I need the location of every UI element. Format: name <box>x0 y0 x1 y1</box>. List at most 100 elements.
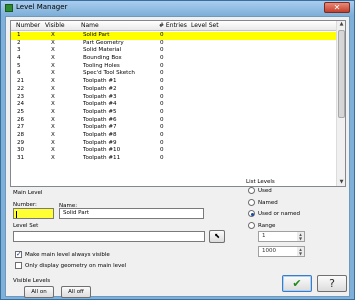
table-row[interactable]: 4 X Bounding Box 0 <box>11 55 337 63</box>
make-visible-label: Make main level always visible <box>25 251 110 258</box>
row-number: 29 <box>17 139 25 146</box>
radio-range-label: Range <box>258 222 276 229</box>
row-visible: X <box>51 70 55 77</box>
column-header-level-set[interactable]: Level Set <box>191 22 219 29</box>
vertical-scrollbar[interactable]: ▲ ▼ <box>336 21 345 186</box>
table-body: 1 X Solid Part 0 2 X Part Geometry 0 3 X Solid Mat… <box>11 32 337 163</box>
column-header-number[interactable]: Number <box>16 22 40 29</box>
all-on-button[interactable]: All on <box>24 286 54 298</box>
table-row[interactable]: 31 X Toolpath #11 0 <box>11 155 337 163</box>
radio-dot[interactable] <box>248 222 255 229</box>
table-row[interactable]: 26 X Toolpath #6 0 <box>11 117 337 125</box>
scroll-thumb[interactable] <box>338 30 345 118</box>
name-input[interactable]: Solid Part <box>59 208 204 219</box>
row-name: Toolpath #8 <box>83 131 117 138</box>
table-row[interactable]: 6 X Spec'd Tool Sketch 0 <box>11 70 337 78</box>
row-entries: 0 <box>160 124 164 131</box>
table-header: Number Visible Name # Entries Level Set <box>11 21 337 31</box>
column-header-entries[interactable]: # Entries <box>159 22 187 29</box>
radio-used-label: Used <box>258 187 272 194</box>
row-visible: X <box>51 62 55 69</box>
table-row[interactable]: 22 X Toolpath #2 0 <box>11 86 337 94</box>
row-entries: 0 <box>160 47 164 54</box>
radio-used-or-named[interactable]: Used or named <box>248 210 300 217</box>
table-row[interactable]: 28 X Toolpath #8 0 <box>11 132 337 140</box>
radio-dot[interactable] <box>248 210 255 217</box>
only-display-label: Only display geometry on main level <box>25 262 127 269</box>
row-number: 27 <box>17 124 25 131</box>
help-button[interactable]: ? <box>317 275 347 292</box>
radio-range[interactable]: Range <box>248 222 275 229</box>
radio-named[interactable]: Named <box>248 199 278 206</box>
app-icon <box>5 4 13 12</box>
table-row[interactable]: 29 X Toolpath #9 0 <box>11 140 337 148</box>
radio-named-label: Named <box>258 199 278 206</box>
radio-dot[interactable] <box>248 187 255 194</box>
select-level-set-button[interactable]: ⬉ <box>209 230 225 243</box>
row-number: 2 <box>17 39 21 46</box>
row-number: 5 <box>17 62 21 69</box>
table-row[interactable]: 1 X Solid Part 0 <box>11 32 337 40</box>
row-number: 4 <box>17 55 21 62</box>
row-entries: 0 <box>160 139 164 146</box>
table-row[interactable]: 24 X Toolpath #4 0 <box>11 101 337 109</box>
row-name: Part Geometry <box>83 39 124 46</box>
ok-button[interactable]: ✔ <box>282 275 312 292</box>
text-caret <box>16 211 17 218</box>
scroll-down-arrow-icon[interactable]: ▼ <box>338 179 345 186</box>
radio-dot[interactable] <box>248 199 255 206</box>
row-number: 22 <box>17 85 25 92</box>
row-visible: X <box>51 55 55 62</box>
spin-down-icon[interactable]: ▼ <box>297 236 304 241</box>
row-name: Toolpath #5 <box>83 108 117 115</box>
row-entries: 0 <box>160 116 164 123</box>
row-visible: X <box>51 78 55 85</box>
table-row[interactable]: 23 X Toolpath #3 0 <box>11 94 337 102</box>
all-off-button[interactable]: All off <box>61 286 91 298</box>
row-number: 31 <box>17 155 25 161</box>
row-name: Spec'd Tool Sketch <box>83 70 135 77</box>
row-entries: 0 <box>160 131 164 138</box>
row-entries: 0 <box>160 55 164 62</box>
row-visible: X <box>51 139 55 146</box>
row-entries: 0 <box>160 147 164 154</box>
table-row[interactable]: 3 X Solid Material 0 <box>11 47 337 55</box>
range-to-spinner[interactable]: 1000 ▲ ▼ <box>258 246 305 257</box>
table-row[interactable]: 21 X Toolpath #1 0 <box>11 78 337 86</box>
number-input[interactable] <box>13 208 54 219</box>
title-bar[interactable]: Level Manager ✕ <box>1 1 354 15</box>
row-name: Solid Material <box>83 47 122 54</box>
table-row[interactable]: 2 X Part Geometry 0 <box>11 40 337 48</box>
row-name: Toolpath #11 <box>83 155 121 161</box>
checkbox-box[interactable] <box>15 262 22 269</box>
range-to-value: 1000 <box>262 248 276 254</box>
row-name: Tooling Holes <box>83 62 120 69</box>
scroll-up-arrow-icon[interactable]: ▲ <box>338 21 345 28</box>
range-from-value: 1 <box>262 233 266 239</box>
row-number: 1 <box>17 32 21 38</box>
row-name: Toolpath #3 <box>83 93 117 100</box>
column-header-visible[interactable]: Visible <box>45 22 65 29</box>
range-from-spinner[interactable]: 1 ▲ ▼ <box>258 231 305 242</box>
only-display-checkbox[interactable]: Only display geometry on main level <box>15 262 126 269</box>
row-number: 25 <box>17 108 25 115</box>
table-row[interactable]: 25 X Toolpath #5 0 <box>11 109 337 117</box>
row-number: 6 <box>17 70 21 77</box>
row-visible: X <box>51 155 55 161</box>
spin-down-icon[interactable]: ▼ <box>297 251 304 256</box>
checkbox-box[interactable] <box>15 250 22 258</box>
row-name: Solid Part <box>83 32 110 38</box>
row-number: 21 <box>17 78 25 85</box>
table-row[interactable]: 30 X Toolpath #10 0 <box>11 147 337 155</box>
level-set-input[interactable] <box>13 231 205 242</box>
make-visible-checkbox[interactable]: Make main level always visible <box>15 250 110 258</box>
table-row[interactable]: 27 X Toolpath #7 0 <box>11 124 337 132</box>
column-header-name[interactable]: Name <box>81 22 99 29</box>
radio-used[interactable]: Used <box>248 187 272 194</box>
table-row[interactable]: 5 X Tooling Holes 0 <box>11 63 337 71</box>
row-number: 30 <box>17 147 25 154</box>
close-button[interactable]: ✕ <box>324 2 350 13</box>
row-name: Toolpath #9 <box>83 139 117 146</box>
row-name: Toolpath #1 <box>83 78 117 85</box>
row-visible: X <box>51 124 55 131</box>
